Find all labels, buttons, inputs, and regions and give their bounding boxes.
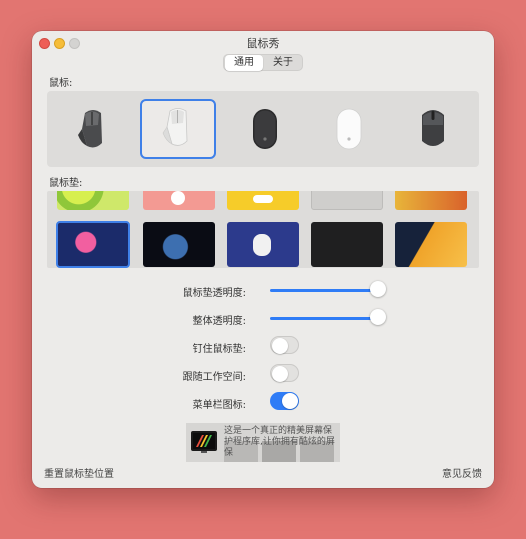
pad-option-festival[interactable]	[395, 191, 467, 210]
overall-opacity-track[interactable]	[270, 317, 384, 320]
pad-opacity-label: 鼠标垫透明度:	[182, 288, 246, 299]
pad-option-earth[interactable]	[143, 222, 215, 267]
menubar-icon-toggle[interactable]	[270, 392, 299, 410]
mx-master-white-mouse-icon	[162, 108, 188, 146]
mouse-option-mx-master-white[interactable]	[140, 99, 216, 159]
pad-astronaut-graphic	[253, 234, 271, 256]
toggle-knob	[272, 338, 288, 354]
mouse-option-magic-mouse-black[interactable]	[227, 99, 303, 159]
follow-workspace-label: 跟随工作空间:	[182, 372, 246, 383]
magic-mouse-black-icon	[253, 109, 277, 149]
pad-section-label: 鼠标垫:	[49, 178, 83, 189]
pad-option-orange[interactable]	[395, 222, 467, 267]
screensaver-app-icon	[191, 431, 217, 453]
title-bar: 鼠标秀	[32, 31, 494, 55]
pad-opacity-slider-knob[interactable]	[370, 281, 386, 297]
tab-about[interactable]: 关于	[264, 55, 302, 71]
overall-opacity-label: 整体透明度:	[192, 316, 246, 327]
pad-character-graphic	[171, 191, 185, 205]
mouse-section-label: 鼠标:	[49, 78, 73, 89]
tab-general[interactable]: 通用	[225, 55, 263, 71]
mouse-option-mx-anywhere[interactable]	[395, 99, 471, 159]
pin-pad-toggle[interactable]	[270, 336, 299, 354]
magic-mouse-white-icon	[336, 108, 362, 150]
window-title: 鼠标秀	[246, 37, 280, 50]
reset-pad-position-link[interactable]: 重置鼠标垫位置	[44, 465, 114, 480]
pad-opacity-track[interactable]	[270, 289, 384, 292]
toggle-knob	[282, 393, 298, 409]
feedback-link[interactable]: 意见反馈	[442, 465, 482, 480]
toggle-knob	[272, 366, 288, 382]
follow-workspace-toggle[interactable]	[270, 364, 299, 382]
pad-option-pink-character[interactable]	[143, 191, 215, 210]
mx-master-mouse-icon	[78, 110, 102, 148]
mouse-picker	[47, 91, 479, 167]
pad-option-limes[interactable]	[57, 191, 129, 210]
pin-pad-label: 钉住鼠标垫:	[192, 344, 246, 355]
mouse-option-magic-mouse-white[interactable]	[311, 99, 387, 159]
menubar-icon-label: 菜单栏图标:	[192, 400, 246, 411]
app-window: 鼠标秀 通用 关于 鼠标: 鼠标垫: 鼠标垫透明度: 整体透明度: 钉住鼠标垫:…	[32, 31, 494, 488]
mouse-option-mx-master[interactable]	[55, 99, 131, 159]
screensaver-promo-banner[interactable]: 这是一个真正的精美屏幕保护程序库,让你拥有酷炫的屏保	[186, 423, 340, 462]
mousepad-picker	[47, 191, 479, 268]
pad-yellow-graphic	[253, 195, 273, 203]
promo-text: 这是一个真正的精美屏幕保护程序库,让你拥有酷炫的屏保	[224, 426, 335, 458]
pad-option-black[interactable]	[311, 222, 383, 267]
mx-anywhere-mouse-icon	[422, 110, 444, 146]
tab-bar: 通用 关于	[223, 54, 303, 71]
overall-opacity-slider-knob[interactable]	[370, 309, 386, 325]
pad-option-gray[interactable]	[311, 191, 383, 210]
pad-option-yellow[interactable]	[227, 191, 299, 210]
pad-option-astronaut[interactable]	[227, 222, 299, 267]
pad-option-pink-planet[interactable]	[56, 221, 130, 268]
